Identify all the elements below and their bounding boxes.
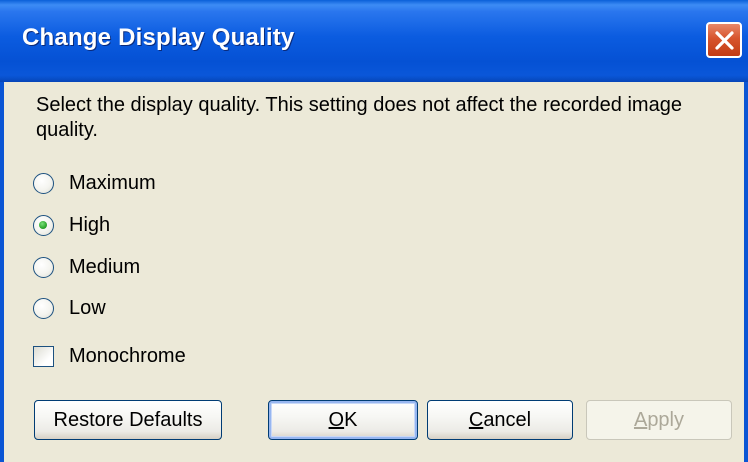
description-text: Select the display quality. This setting… [36, 94, 682, 141]
radio-label-low: Low [69, 296, 106, 319]
radio-button-medium[interactable] [33, 256, 54, 278]
apply-button[interactable]: Apply [586, 400, 732, 440]
restore-defaults-label: Restore Defaults [53, 408, 203, 431]
radio-maximum[interactable]: Maximum [33, 170, 156, 196]
cancel-label-rest: ancel [483, 408, 532, 431]
radio-label-medium: Medium [69, 255, 141, 278]
monochrome-label: Monochrome [69, 344, 186, 367]
monochrome-option[interactable]: Monochrome [33, 343, 186, 369]
radio-button-low[interactable] [33, 297, 54, 319]
restore-defaults-button[interactable]: Restore Defaults [34, 400, 222, 440]
apply-label-rest: pply [647, 408, 685, 431]
cancel-button[interactable]: Cancel [427, 400, 573, 440]
window-frame-right [744, 82, 748, 462]
radio-low[interactable]: Low [33, 295, 106, 321]
change-display-quality-dialog: Change Display Quality Select the displa… [0, 0, 748, 462]
ok-accel-key: O [328, 408, 345, 431]
ok-label-rest: K [344, 408, 358, 431]
window-frame-left [0, 82, 4, 462]
radio-selected-dot [39, 220, 47, 229]
title-bar[interactable]: Change Display Quality [0, 0, 748, 82]
apply-label: Apply [634, 409, 684, 432]
cancel-label: Cancel [469, 409, 531, 432]
cancel-accel-key: C [468, 408, 484, 431]
radio-medium[interactable]: Medium [33, 254, 140, 280]
window-title: Change Display Quality [22, 24, 295, 51]
apply-accel-key: A [633, 408, 648, 431]
close-icon [715, 31, 734, 50]
radio-high[interactable]: High [33, 212, 110, 238]
radio-button-high[interactable] [33, 214, 54, 236]
radio-button-maximum[interactable] [33, 172, 54, 194]
radio-label-maximum: Maximum [69, 171, 156, 194]
radio-label-high: High [69, 213, 111, 236]
close-button[interactable] [706, 22, 742, 58]
ok-button[interactable]: OK [268, 400, 418, 440]
ok-label: OK [329, 409, 358, 432]
monochrome-checkbox[interactable] [33, 345, 54, 367]
